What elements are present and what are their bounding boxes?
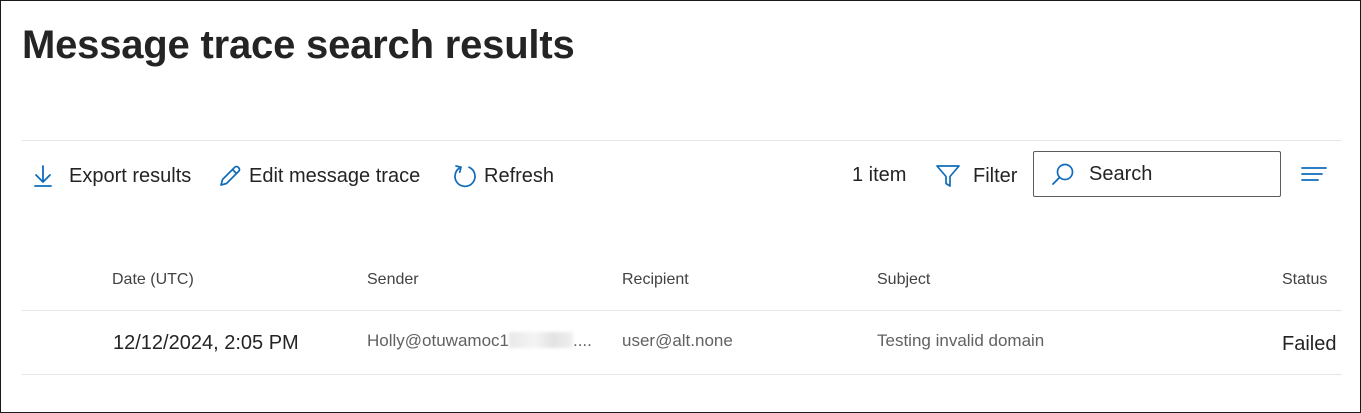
list-view-icon bbox=[1300, 164, 1328, 191]
refresh-label: Refresh bbox=[484, 164, 555, 187]
page-title: Message trace search results bbox=[22, 23, 575, 67]
filter-label: Filter bbox=[973, 164, 1018, 187]
export-results-label: Export results bbox=[69, 164, 192, 187]
filter-button[interactable]: Filter bbox=[935, 158, 1017, 194]
cell-subject: Testing invalid domain bbox=[877, 331, 1045, 350]
pencil-icon bbox=[217, 163, 243, 189]
column-header-status[interactable]: Status bbox=[1282, 271, 1327, 289]
redacted-text bbox=[508, 332, 573, 348]
item-count: 1 item bbox=[852, 164, 907, 186]
cell-sender: Holly@otuwamoc1.... bbox=[367, 331, 592, 351]
search-box[interactable] bbox=[1033, 151, 1281, 197]
sender-ellipsis: .... bbox=[572, 331, 592, 350]
cell-recipient: user@alt.none bbox=[622, 331, 733, 350]
column-header-subject[interactable]: Subject bbox=[877, 271, 930, 289]
toolbar-divider bbox=[22, 140, 1342, 141]
message-trace-results-panel: Message trace search results Export resu… bbox=[0, 0, 1361, 413]
cell-status: Failed bbox=[1282, 333, 1337, 355]
edit-message-trace-button[interactable]: Edit message trace bbox=[217, 158, 420, 194]
cell-date: 12/12/2024, 2:05 PM bbox=[113, 332, 299, 354]
column-header-sender[interactable]: Sender bbox=[367, 271, 419, 289]
download-icon bbox=[32, 164, 54, 188]
column-header-recipient[interactable]: Recipient bbox=[622, 271, 689, 289]
sender-text: Holly@otuwamoc1 bbox=[367, 331, 509, 350]
export-results-button[interactable]: Export results bbox=[32, 158, 191, 194]
refresh-button[interactable]: Refresh bbox=[452, 158, 554, 194]
row-divider bbox=[22, 374, 1342, 375]
refresh-icon bbox=[452, 163, 478, 189]
column-options-button[interactable] bbox=[1300, 164, 1328, 191]
filter-icon bbox=[935, 163, 961, 189]
column-header-date[interactable]: Date (UTC) bbox=[112, 271, 194, 289]
search-input[interactable] bbox=[1087, 161, 1271, 187]
search-icon bbox=[1051, 162, 1075, 186]
edit-message-trace-label: Edit message trace bbox=[249, 164, 421, 187]
header-divider bbox=[22, 310, 1342, 311]
